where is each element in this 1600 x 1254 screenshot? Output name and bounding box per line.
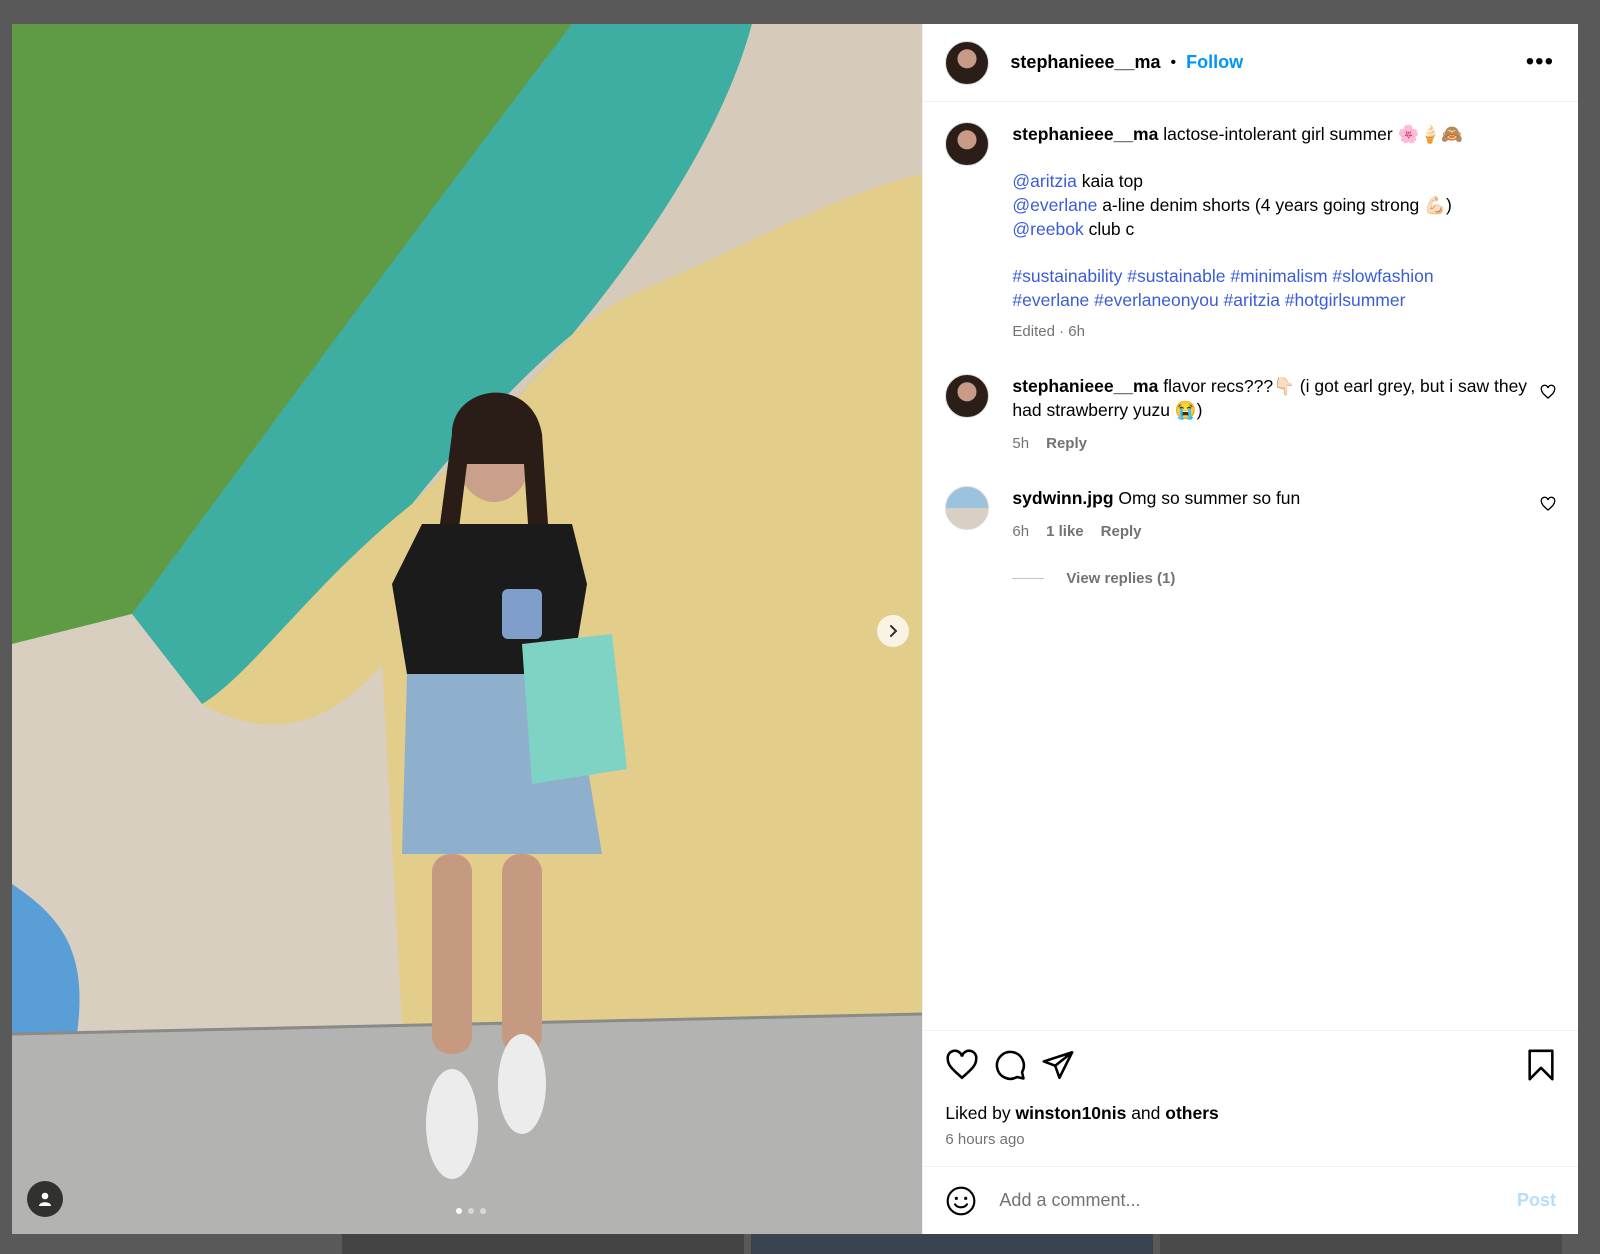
comment-username[interactable]: stephanieee__ma [1012,376,1158,396]
comment: sydwinn.jpg Omg so summer so fun 6h 1 li… [945,486,1556,544]
post-actions: Liked by winston10nis and others 6 hours… [923,1030,1578,1166]
caption-text: lactose-intolerant girl summer 🌸🍦🙈 [1158,124,1463,144]
post-timestamp[interactable]: 6 hours ago [945,1131,1556,1148]
mention-link[interactable]: @everlane [1012,195,1097,215]
liked-prefix: Liked by [945,1103,1016,1123]
carousel-dot [456,1208,462,1214]
reply-button[interactable]: Reply [1046,432,1087,456]
user-icon [39,1192,51,1206]
divider [1012,578,1045,579]
caption-line: club c [1083,219,1135,239]
avatar[interactable] [945,122,990,166]
like-comment-heart-icon[interactable] [1540,384,1556,400]
carousel-dot [480,1208,486,1214]
comment-icon [996,1050,1026,1081]
heart-icon [946,1049,978,1080]
mention-link[interactable]: @aritzia [1012,171,1076,191]
avatar[interactable] [945,486,990,530]
comment-time[interactable]: 6h [1012,520,1029,544]
caption-body: stephanieee__ma lactose-intolerant girl … [1012,122,1532,344]
header-separator: • [1170,53,1177,71]
more-options-icon[interactable]: ••• [1526,48,1554,76]
comment-body: stephanieee__ma flavor recs???👇🏻 (i got … [1012,374,1532,456]
background-thumbnail [342,1234,744,1254]
caption-line: kaia top [1076,171,1144,191]
background-thumbnail [751,1234,1153,1254]
caption: stephanieee__ma lactose-intolerant girl … [945,122,1556,344]
post-comment-button[interactable]: Post [1517,1190,1556,1211]
carousel-indicator [456,1208,486,1214]
send-icon [1042,1050,1074,1080]
hashtags[interactable]: #sustainability #sustainable #minimalism… [1012,264,1532,288]
emoji-icon[interactable] [945,1185,977,1217]
add-comment-bar: Post [923,1166,1578,1234]
author-username[interactable]: stephanieee__ma [1010,52,1160,73]
avatar[interactable] [945,374,990,418]
caption-line: a-line denim shorts (4 years going stron… [1097,195,1452,215]
post-modal: stephanieee__ma • Follow ••• stephanieee… [12,24,1578,1234]
comment-likes[interactable]: 1 like [1046,520,1084,544]
next-slide-button[interactable] [877,615,909,647]
liked-others[interactable]: others [1165,1103,1218,1123]
avatar[interactable] [945,40,990,85]
share-button[interactable] [1041,1048,1075,1082]
like-comment-heart-icon[interactable] [1540,496,1556,512]
bookmark-icon [1528,1049,1554,1081]
mural-photo [12,24,923,1234]
background-thumbnail [1160,1234,1562,1254]
comment-input[interactable] [997,1189,1517,1212]
reply-button[interactable]: Reply [1101,520,1142,544]
liked-and: and [1126,1103,1166,1123]
post-header: stephanieee__ma • Follow ••• [923,24,1578,102]
post-image [12,24,923,1234]
comment-time[interactable]: 5h [1012,432,1029,456]
liked-user[interactable]: winston10nis [1015,1103,1126,1123]
view-replies-label: View replies (1) [1066,570,1176,587]
comment-button[interactable] [993,1048,1027,1082]
chevron-right-icon [890,625,898,637]
comments-section: stephanieee__ma lactose-intolerant girl … [923,102,1578,1030]
caption-meta: Edited · 6h [1012,323,1085,340]
liked-by: Liked by winston10nis and others [945,1103,1556,1124]
comment: stephanieee__ma flavor recs???👇🏻 (i got … [945,374,1556,456]
comment-text: Omg so summer so fun [1113,488,1301,508]
hashtags[interactable]: #everlane #everlaneonyou #aritzia #hotgi… [1012,288,1532,312]
like-button[interactable] [945,1048,979,1082]
comment-body: sydwinn.jpg Omg so summer so fun 6h 1 li… [1012,486,1532,544]
carousel-dot [468,1208,474,1214]
post-side-panel: stephanieee__ma • Follow ••• stephanieee… [922,24,1578,1234]
mention-link[interactable]: @reebok [1012,219,1083,239]
view-replies-button[interactable]: View replies (1) [1012,570,1556,587]
comment-username[interactable]: sydwinn.jpg [1012,488,1113,508]
caption-username[interactable]: stephanieee__ma [1012,124,1158,144]
tagged-users-button[interactable] [27,1181,63,1217]
follow-button[interactable]: Follow [1186,52,1243,73]
save-button[interactable] [1526,1048,1556,1082]
